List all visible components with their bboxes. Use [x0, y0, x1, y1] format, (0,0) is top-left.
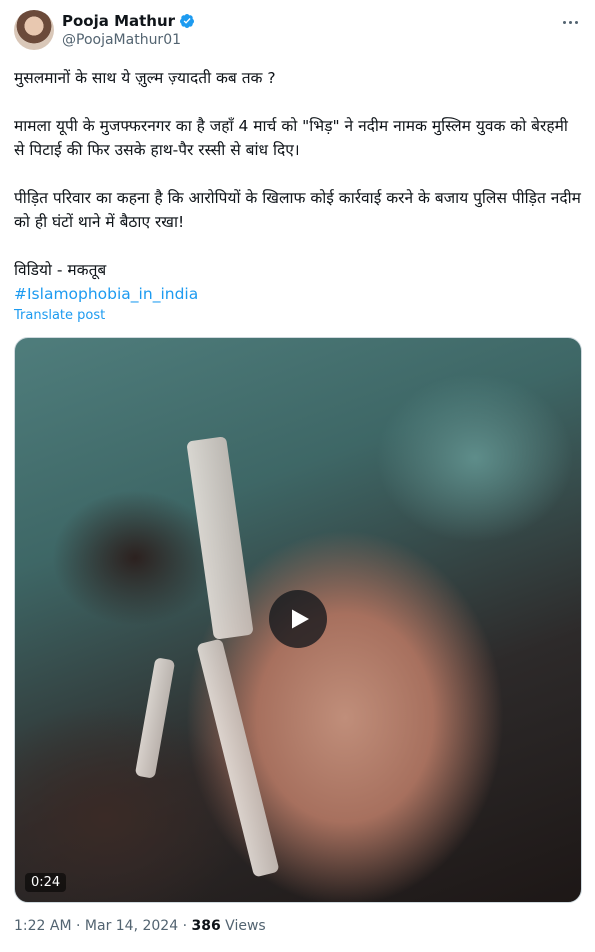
post-paragraph-1: मुसलमानों के साथ ये ज़ुल्म ज़्यादती कब त…: [14, 69, 276, 87]
play-icon: [292, 609, 309, 629]
post-meta: 1:22 AM · Mar 14, 2024 · 386 Views: [14, 918, 266, 934]
post-text: मुसलमानों के साथ ये ज़ुल्म ज़्यादती कब त…: [14, 66, 582, 306]
verified-badge-icon: [180, 14, 195, 28]
views-count: 386: [191, 918, 221, 934]
views-label: Views: [225, 918, 266, 934]
author-name[interactable]: Pooja Mathur: [62, 12, 175, 30]
video-player[interactable]: 0:24: [14, 337, 582, 903]
post-header: Pooja Mathur @PoojaMathur01: [14, 10, 581, 52]
post-date[interactable]: Mar 14, 2024: [85, 918, 178, 934]
translate-post-link[interactable]: Translate post: [14, 308, 105, 323]
video-frame-detail: [196, 638, 280, 878]
more-options-icon[interactable]: [559, 12, 581, 32]
video-frame-detail: [186, 436, 254, 640]
video-duration: 0:24: [25, 873, 67, 892]
author-name-row: Pooja Mathur: [62, 12, 195, 30]
play-button[interactable]: [269, 590, 327, 648]
post-paragraph-4: विडियो - मकतूब: [14, 261, 107, 279]
avatar[interactable]: [14, 10, 54, 50]
video-frame-detail: [134, 657, 176, 779]
hashtag-link[interactable]: #Islamophobia_in_india: [14, 282, 582, 306]
meta-separator: ·: [182, 918, 188, 934]
author-handle[interactable]: @PoojaMathur01: [62, 32, 181, 48]
meta-separator: ·: [76, 918, 81, 934]
post-paragraph-3: पीड़ित परिवार का कहना है कि आरोपियों के …: [14, 189, 581, 231]
post-paragraph-2: मामला यूपी के मुजफ्फरनगर का है जहाँ 4 मा…: [14, 117, 568, 159]
post-time[interactable]: 1:22 AM: [14, 918, 72, 934]
